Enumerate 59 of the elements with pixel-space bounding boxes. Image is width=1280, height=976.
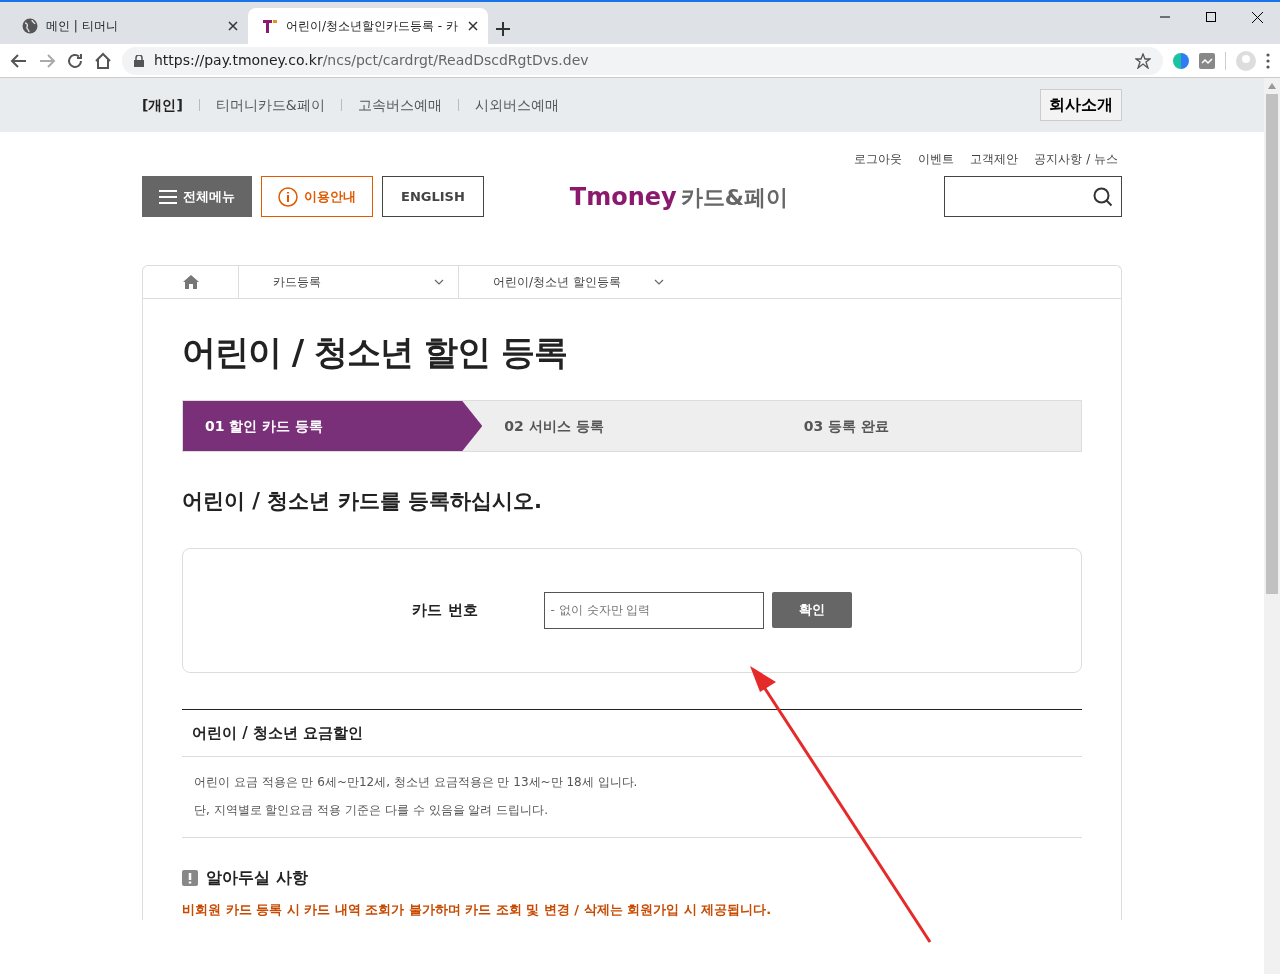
info-text: 어린이 요금 적용은 만 6세~만12세, 청소년 요금적용은 만 13세~만 18세 입니다. [194, 774, 639, 791]
util-link[interactable]: 공지사항 / 뉴스 [1034, 150, 1118, 168]
progress-step: 03 등록 완료 [781, 401, 1081, 451]
nav-link[interactable]: 고속버스예매 [357, 94, 442, 116]
close-icon[interactable] [1251, 11, 1263, 23]
english-button[interactable]: ENGLISH [382, 176, 484, 217]
nav-link[interactable]: 티머니카드&페이 [215, 94, 325, 116]
new-tab-icon[interactable] [496, 22, 510, 36]
lock-icon [134, 54, 144, 67]
util-link[interactable]: 로그아웃 [854, 150, 903, 168]
breadcrumb-dropdown[interactable]: 카드등록 [238, 266, 458, 298]
chevron-down-icon [434, 279, 444, 285]
info-icon [278, 186, 298, 207]
breadcrumb-dropdown[interactable]: 어린이/청소년 할인등록 [458, 266, 678, 298]
tab-title: 메인 | 티머니 [46, 18, 119, 35]
logo-text: Tmoney [569, 181, 677, 213]
progress-step: 02 서비스 등록 [482, 401, 782, 451]
close-icon[interactable] [228, 21, 238, 31]
section-heading: 어린이 / 청소년 카드를 등록하십시오. [182, 488, 543, 515]
nav-link[interactable]: 시외버스예매 [474, 94, 559, 116]
url-text: https://pay.tmoney.co.kr/ncs/pct/cardrgt/ReadDscdRgtDvs.dev [154, 51, 590, 70]
chevron-down-icon [654, 279, 664, 285]
notice-title: 알아두실 사항 [206, 867, 308, 889]
browser-tab[interactable]: 어린이/청소년할인카드등록 - 카 [248, 8, 488, 44]
extension-icon[interactable] [1173, 52, 1189, 69]
star-icon[interactable] [1135, 52, 1151, 69]
nav-link[interactable]: [개인] [142, 94, 183, 116]
company-button[interactable]: 회사소개 [1040, 89, 1122, 121]
tab-title: 어린이/청소년할인카드등록 - 카 [286, 18, 459, 35]
info-title: 어린이 / 청소년 요금할인 [182, 708, 1082, 757]
all-menu-button[interactable]: 전체메뉴 [142, 176, 252, 217]
home-icon[interactable] [94, 51, 112, 70]
exclamation-icon [182, 870, 198, 886]
notice-text: 비회원 카드 등록 시 카드 내역 조회가 불가하며 카드 조회 및 변경 / 삭제는 회원가입 시 제공됩니다. [182, 901, 773, 919]
maximize-icon[interactable] [1206, 12, 1216, 22]
search-field[interactable] [944, 176, 1122, 217]
address-bar[interactable]: https://pay.tmoney.co.kr/ncs/pct/cardrgt/ReadDscdRgtDvs.dev [122, 46, 1163, 75]
card-number-field[interactable]: - 없이 숫자만 입력 [543, 591, 764, 629]
confirm-button[interactable]: 확인 [771, 592, 852, 628]
scrollbar-thumb[interactable] [1266, 94, 1278, 594]
info-text: 단, 지역별로 할인요금 적용 기준은 다를 수 있음을 알려 드립니다. [194, 802, 549, 819]
close-icon[interactable] [468, 21, 478, 31]
logo-subtitle: 카드&페이 [680, 183, 788, 212]
util-link[interactable]: 이벤트 [918, 150, 955, 168]
reload-icon[interactable] [66, 51, 84, 70]
field-label: 카드 번호 [412, 599, 478, 621]
chart-extension-icon[interactable] [1199, 52, 1215, 69]
globe-icon [22, 18, 38, 34]
search-icon [1093, 186, 1113, 207]
page-title: 어린이 / 청소년 할인 등록 [182, 331, 568, 374]
browser-tab[interactable]: 메인 | 티머니 [8, 8, 248, 44]
util-link[interactable]: 고객제안 [970, 150, 1019, 168]
guide-button[interactable]: 이용안내 [261, 176, 373, 217]
home-icon[interactable] [182, 275, 199, 289]
menu-icon [159, 189, 177, 204]
kebab-menu-icon[interactable] [1266, 52, 1270, 69]
back-icon[interactable] [10, 51, 28, 70]
progress-step: 01 할인 카드 등록 [183, 401, 483, 451]
logo-icon [262, 18, 278, 34]
